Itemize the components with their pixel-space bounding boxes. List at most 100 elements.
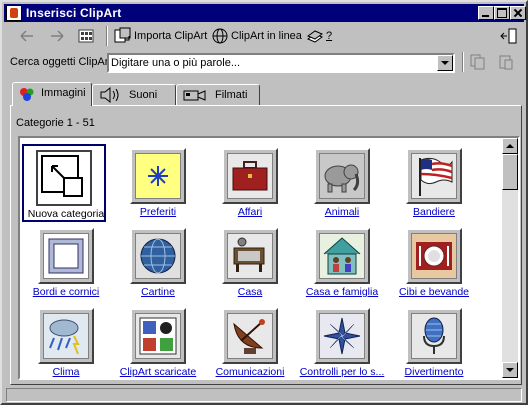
title-bar[interactable]: Inserisci ClipArt bbox=[4, 4, 526, 22]
category-cartine[interactable]: Cartine bbox=[112, 222, 204, 298]
category-thumbnail bbox=[130, 228, 186, 284]
close-button[interactable] bbox=[510, 6, 526, 20]
category-thumbnail bbox=[130, 148, 186, 204]
briefcase-icon bbox=[232, 161, 268, 191]
category-thumbnail bbox=[222, 308, 278, 364]
category-thumbnail bbox=[406, 308, 462, 364]
clipart-app-icon bbox=[6, 5, 22, 21]
category-thumbnail bbox=[38, 308, 94, 364]
category-thumbnail bbox=[36, 150, 92, 206]
clipart-online-button[interactable]: ClipArt in linea bbox=[211, 27, 303, 45]
category-thumbnail bbox=[314, 148, 370, 204]
category-nuova-categoria[interactable]: Nuova categoria bbox=[20, 142, 112, 222]
weather-icon bbox=[49, 319, 80, 355]
category-divertimento[interactable]: Divertimento bbox=[388, 302, 480, 378]
clipart-online-label: ClipArt in linea bbox=[231, 30, 302, 42]
category-label: Casa e famiglia bbox=[305, 286, 379, 298]
help-button[interactable]: ? bbox=[306, 27, 336, 45]
plate-icon bbox=[416, 242, 452, 270]
new-category-icon bbox=[41, 155, 83, 197]
help-label: ? bbox=[326, 30, 333, 42]
category-thumbnail bbox=[314, 308, 370, 364]
category-thumbnail bbox=[222, 228, 278, 284]
globe-icon bbox=[140, 238, 176, 274]
category-thumbnail bbox=[130, 308, 186, 364]
category-label: Animali bbox=[324, 206, 360, 218]
pictures-icon bbox=[20, 88, 34, 101]
category-clima[interactable]: Clima bbox=[20, 302, 112, 378]
category-label: Clima bbox=[52, 366, 80, 378]
category-thumbnail bbox=[222, 148, 278, 204]
category-label: Comunicazioni bbox=[215, 366, 285, 378]
category-bandiere[interactable]: Bandiere bbox=[388, 142, 480, 218]
vertical-scrollbar[interactable] bbox=[502, 138, 518, 378]
category-casa[interactable]: Casa bbox=[204, 222, 296, 298]
category-thumbnail bbox=[38, 228, 94, 284]
tab-filmati-label: Filmati bbox=[215, 89, 248, 101]
import-icon bbox=[114, 27, 131, 43]
category-cibi-e-bevande[interactable]: Cibi e bevande bbox=[388, 222, 480, 298]
tab-immagini[interactable]: Immagini bbox=[12, 82, 92, 106]
tab-immagini-label: Immagini bbox=[41, 87, 86, 99]
tab-filmati[interactable]: Filmati bbox=[176, 84, 260, 105]
category-affari[interactable]: Affari bbox=[204, 142, 296, 218]
frame-icon bbox=[48, 238, 84, 274]
compass-star-icon bbox=[323, 317, 361, 355]
media-tabs: Immagini Suoni Filmati bbox=[10, 82, 522, 106]
split-window-icon bbox=[500, 28, 517, 44]
toolbar: Importa ClipArt ClipArt in linea ? bbox=[6, 24, 524, 48]
category-gallery: Nuova categoria Preferiti Affari Animali… bbox=[18, 136, 520, 380]
category-animali[interactable]: Animali bbox=[296, 142, 388, 218]
category-label: Affari bbox=[237, 206, 263, 218]
category-thumbnail bbox=[314, 228, 370, 284]
family-house-icon bbox=[323, 237, 361, 275]
category-bordi-e-cornici[interactable]: Bordi e cornici bbox=[20, 222, 112, 298]
globe-online-icon bbox=[212, 28, 228, 44]
downloaded-clipart-icon bbox=[139, 317, 177, 355]
category-label: Bandiere bbox=[412, 206, 456, 218]
change-view-button[interactable] bbox=[500, 27, 520, 45]
category-controlli-per-lo-s[interactable]: Controlli per lo s... bbox=[296, 302, 388, 378]
search-input[interactable]: Digitare una o più parole... bbox=[107, 53, 455, 73]
microphone-icon bbox=[423, 317, 445, 354]
scroll-down-arrow-icon[interactable] bbox=[502, 362, 518, 378]
minimize-button[interactable] bbox=[478, 6, 494, 20]
category-label: Controlli per lo s... bbox=[299, 366, 385, 378]
speaker-icon bbox=[100, 87, 119, 103]
scrollbar-thumb[interactable] bbox=[502, 154, 518, 190]
category-label: Preferiti bbox=[139, 206, 177, 218]
import-clipart-button[interactable]: Importa ClipArt bbox=[114, 27, 207, 45]
toolbar-separator bbox=[106, 26, 108, 46]
arrow-right-icon bbox=[51, 30, 64, 42]
category-label: Nuova categoria bbox=[27, 208, 105, 220]
category-preferiti[interactable]: Preferiti bbox=[112, 142, 204, 218]
arrow-left-icon bbox=[20, 30, 33, 42]
forward-button[interactable] bbox=[46, 27, 68, 45]
clipart-dialog: Inserisci ClipArt Importa ClipArt ClipAr… bbox=[0, 0, 528, 405]
all-categories-button[interactable] bbox=[76, 27, 96, 45]
category-label: Bordi e cornici bbox=[32, 286, 100, 298]
category-label: Cibi e bevande bbox=[398, 286, 470, 298]
category-label: Cartine bbox=[141, 286, 175, 298]
toolbar-separator bbox=[462, 52, 464, 72]
category-casa-e-famiglia[interactable]: Casa e famiglia bbox=[296, 222, 388, 298]
paste-icon[interactable] bbox=[498, 54, 514, 70]
maximize-button[interactable] bbox=[494, 6, 510, 20]
category-clipart-scaricate[interactable]: ClipArt scaricate bbox=[112, 302, 204, 378]
category-comunicazioni[interactable]: Comunicazioni bbox=[204, 302, 296, 378]
grid-icon bbox=[78, 29, 94, 43]
scroll-up-arrow-icon[interactable] bbox=[502, 138, 518, 154]
category-thumbnail bbox=[406, 148, 462, 204]
copy-icon[interactable] bbox=[470, 54, 486, 70]
category-label: Casa bbox=[237, 286, 263, 298]
tab-suoni[interactable]: Suoni bbox=[92, 84, 176, 105]
flag-icon bbox=[419, 157, 453, 196]
back-button[interactable] bbox=[16, 27, 38, 45]
satellite-dish-icon bbox=[233, 319, 265, 354]
film-camera-icon bbox=[183, 90, 206, 101]
tab-suoni-label: Suoni bbox=[129, 89, 158, 101]
category-label: Divertimento bbox=[404, 366, 464, 378]
search-dropdown-arrow-icon[interactable] bbox=[437, 55, 453, 71]
category-count: Categorie 1 - 51 bbox=[16, 117, 95, 129]
window-title: Inserisci ClipArt bbox=[26, 6, 122, 20]
